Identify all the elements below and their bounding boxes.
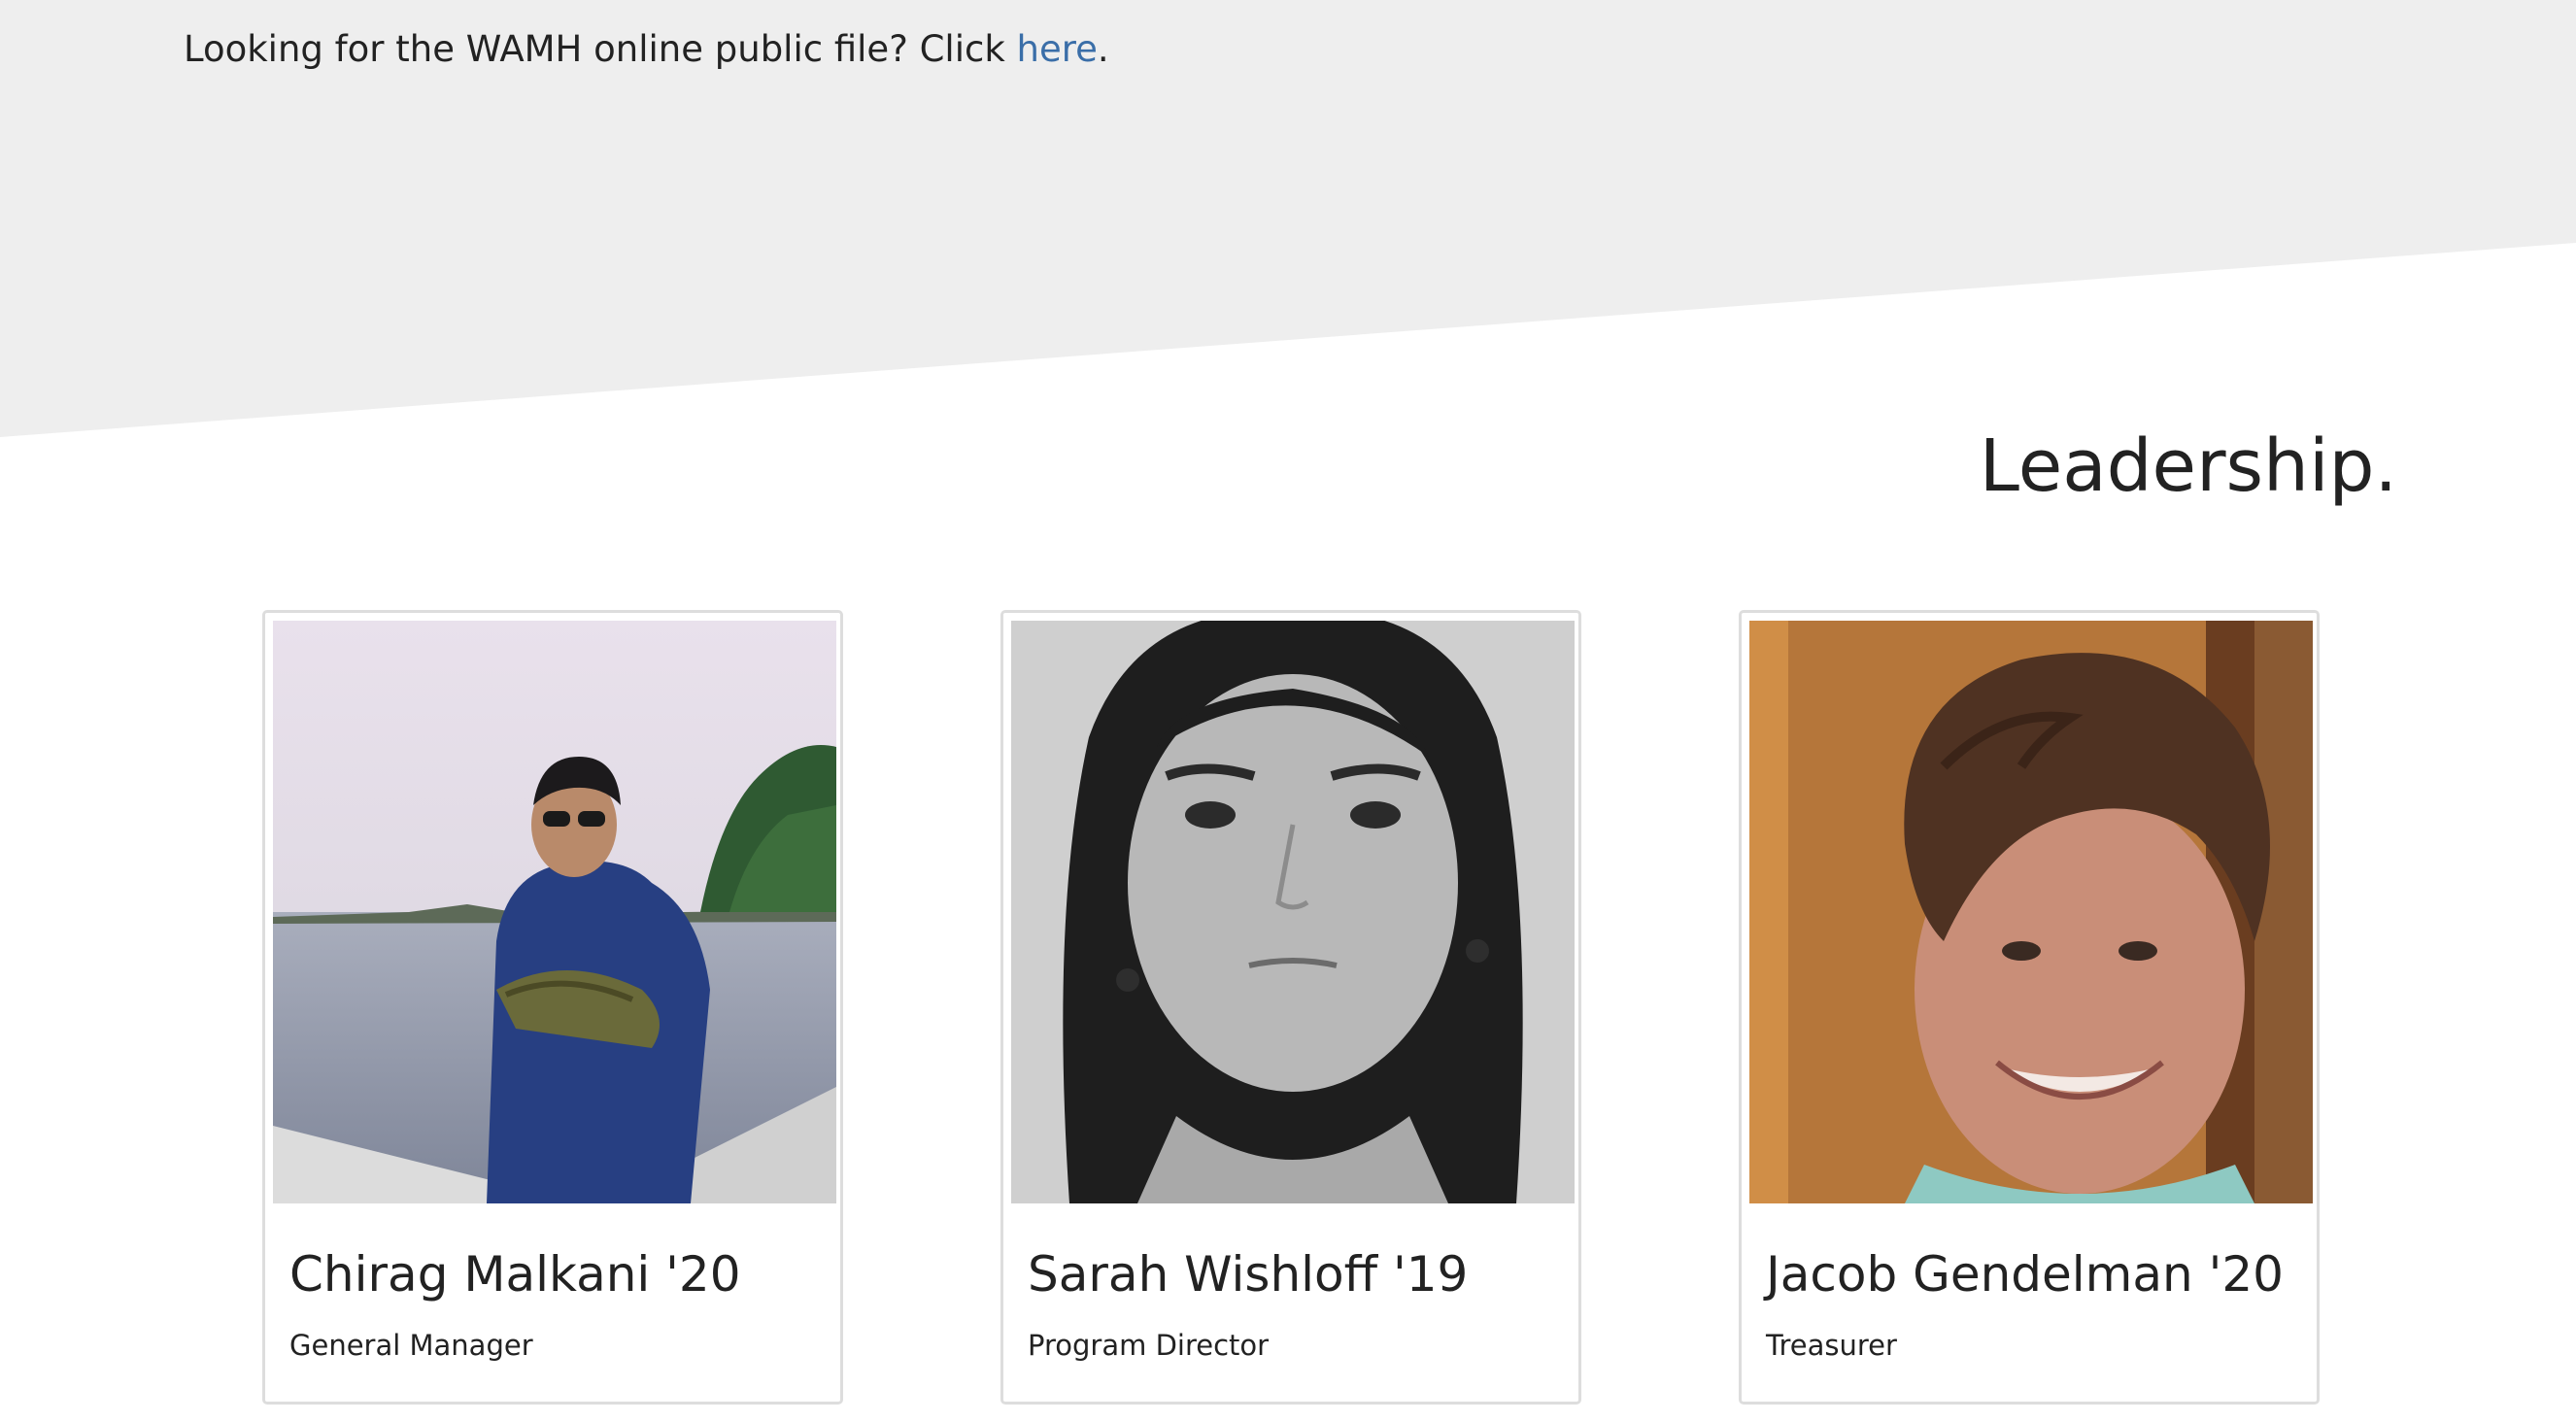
- member-name: Sarah Wishloff '19: [1028, 1246, 1469, 1303]
- member-role: Program Director: [1028, 1329, 1270, 1362]
- page: Looking for the WAMH online public file?…: [0, 0, 2576, 1422]
- member-card: Chirag Malkani '20 General Manager: [262, 610, 843, 1405]
- member-name: Chirag Malkani '20: [289, 1246, 741, 1303]
- member-card: Jacob Gendelman '20 Treasurer: [1739, 610, 2320, 1405]
- public-file-notice: Looking for the WAMH online public file?…: [184, 23, 1109, 76]
- notice-prefix: Looking for the WAMH online public file?…: [184, 28, 1017, 70]
- member-photo: [1011, 621, 1575, 1203]
- leadership-heading: Leadership.: [1979, 424, 2397, 508]
- member-role: Treasurer: [1766, 1329, 1897, 1362]
- member-role: General Manager: [289, 1329, 533, 1362]
- member-name: Jacob Gendelman '20: [1766, 1246, 2284, 1303]
- notice-suffix: .: [1097, 28, 1109, 70]
- public-file-link[interactable]: here: [1017, 28, 1098, 70]
- member-card: Sarah Wishloff '19 Program Director: [1000, 610, 1581, 1405]
- member-photo: [273, 621, 836, 1203]
- member-photo: [1749, 621, 2313, 1203]
